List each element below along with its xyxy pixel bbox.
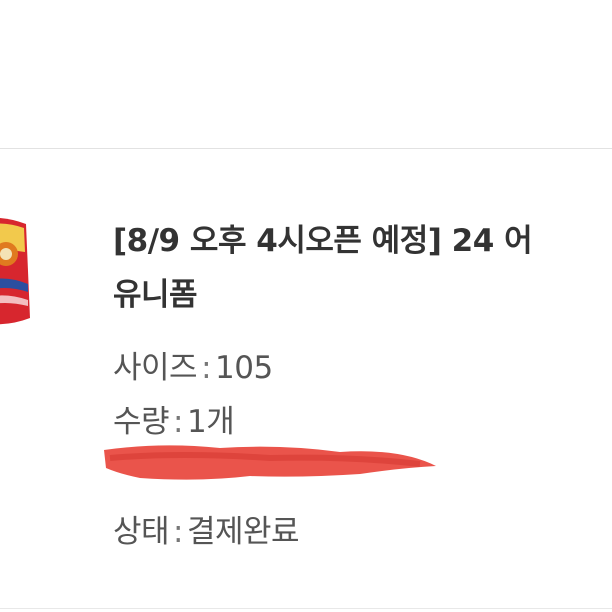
status-row: 상태: 결제완료 (113, 506, 300, 551)
size-row: 사이즈:105 (113, 342, 273, 387)
product-title-line2: 유니폼 (113, 277, 198, 313)
quantity-row: 수량:1개 (113, 396, 235, 441)
size-separator: : (201, 350, 212, 386)
status-separator: : (173, 514, 183, 550)
size-value: 105 (215, 350, 273, 386)
uniform-thumbnail-icon (0, 217, 30, 325)
product-title-line1: [8/9 오후 4시오픈 예정] 24 어 (113, 223, 533, 259)
size-label: 사이즈 (113, 350, 198, 386)
product-title[interactable]: [8/9 오후 4시오픈 예정] 24 어 유니폼 (113, 214, 612, 322)
product-thumbnail[interactable] (0, 212, 38, 332)
order-item-screen: [8/9 오후 4시오픈 예정] 24 어 유니폼 사이즈:105 수량:1개 … (0, 0, 612, 612)
quantity-value: 1개 (187, 404, 235, 440)
quantity-separator: : (173, 404, 183, 440)
bottom-divider (0, 608, 612, 609)
status-label: 상태 (113, 514, 170, 550)
status-value: 결제완료 (187, 514, 300, 550)
redaction-scribble (100, 438, 440, 490)
quantity-label: 수량 (113, 404, 170, 440)
